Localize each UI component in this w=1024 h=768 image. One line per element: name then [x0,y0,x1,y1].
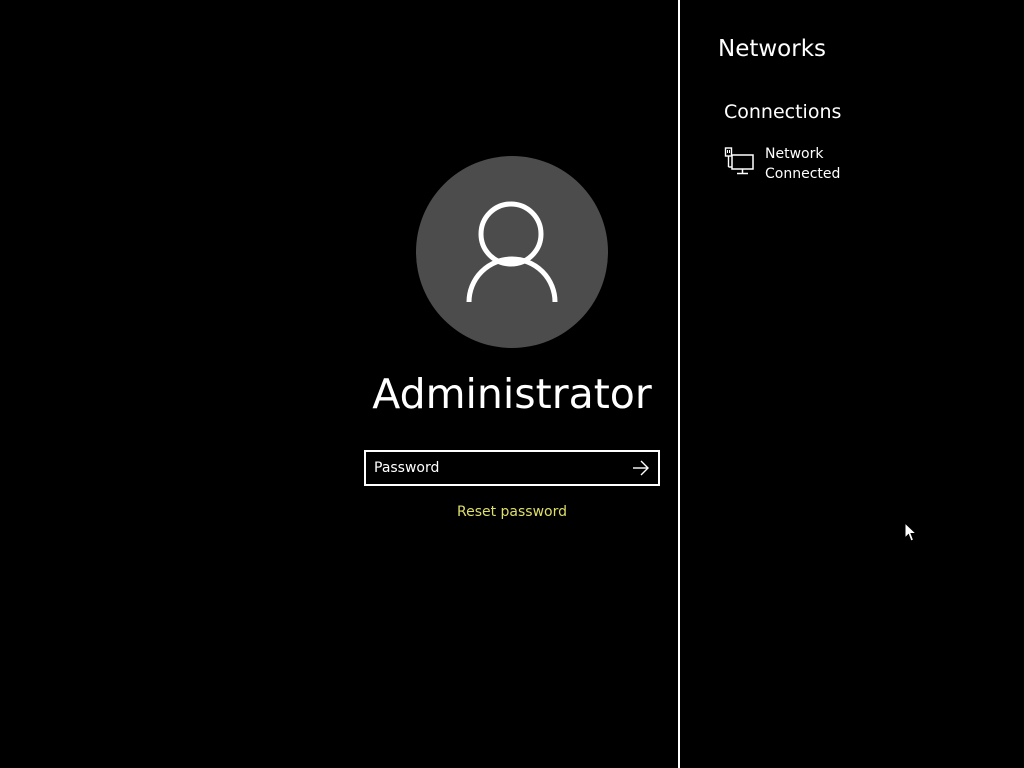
networks-pane: Networks Connections Network Connected [680,0,1024,768]
arrow-right-icon[interactable] [630,457,652,479]
reset-password-link[interactable]: Reset password [412,502,612,522]
network-connection-item[interactable]: Network Connected [724,144,974,186]
user-silhouette-icon [466,201,558,303]
mouse-pointer-icon [904,522,918,542]
networks-title: Networks [718,36,827,62]
user-avatar [416,156,608,348]
password-field [364,450,660,486]
wired-network-icon [724,147,754,175]
network-status: Connected [765,166,841,182]
user-name: Administrator [372,370,652,418]
network-name: Network [765,146,824,162]
password-input[interactable] [366,452,624,484]
lock-screen: Administrator Reset password Networks Co… [0,0,1024,768]
connections-heading: Connections [724,101,842,123]
